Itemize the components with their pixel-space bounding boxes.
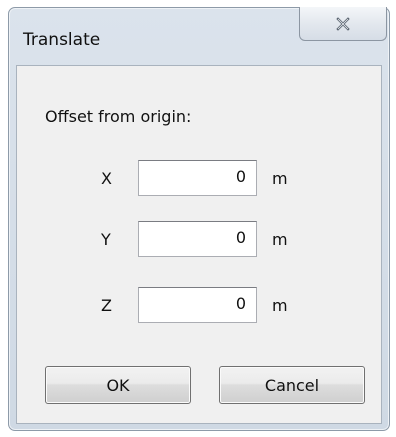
dialog-body: Offset from origin: X m Y m Z m OK Cance… — [16, 65, 382, 424]
z-unit-label: m — [272, 296, 288, 315]
close-button[interactable] — [299, 7, 387, 41]
z-offset-input[interactable] — [138, 287, 257, 323]
x-axis-label: X — [101, 169, 112, 188]
translate-dialog: Translate Offset from origin: X m Y m Z … — [8, 7, 390, 431]
close-icon — [336, 16, 350, 31]
y-offset-input[interactable] — [138, 221, 257, 257]
cancel-button[interactable]: Cancel — [219, 366, 365, 404]
z-axis-label: Z — [101, 296, 112, 315]
x-offset-input[interactable] — [138, 160, 257, 196]
offset-group-label: Offset from origin: — [45, 107, 192, 126]
x-unit-label: m — [272, 169, 288, 188]
title-bar[interactable]: Translate — [9, 7, 389, 64]
y-axis-label: Y — [101, 230, 111, 249]
y-unit-label: m — [272, 230, 288, 249]
ok-button[interactable]: OK — [45, 366, 191, 404]
window-title: Translate — [23, 30, 101, 50]
